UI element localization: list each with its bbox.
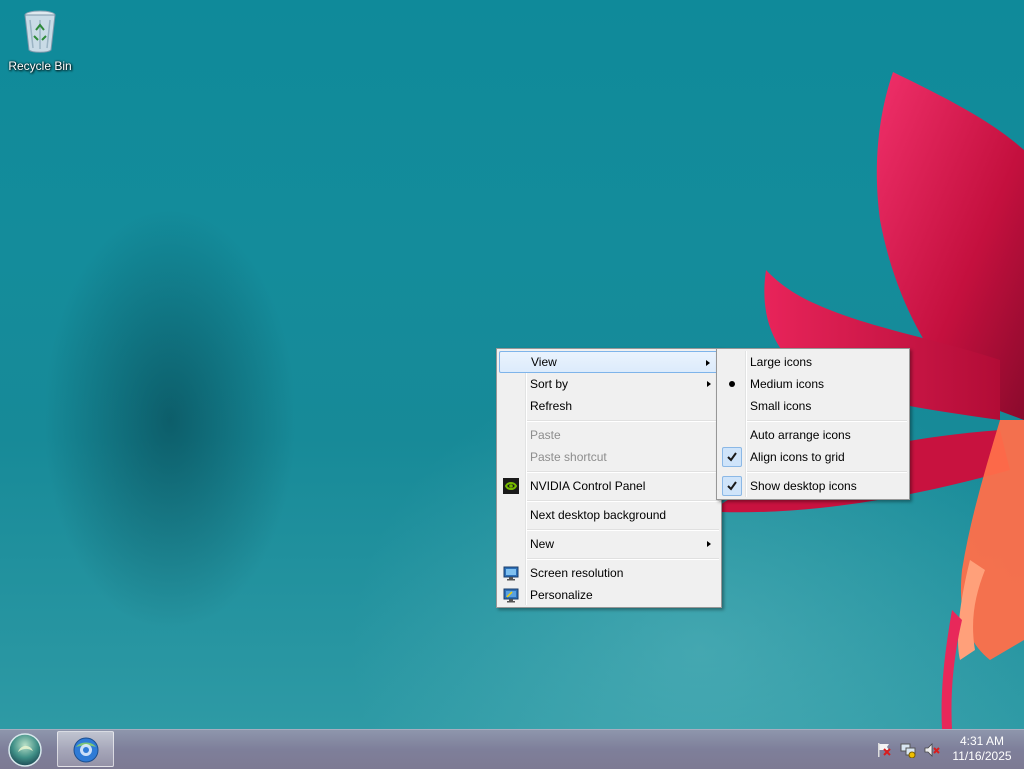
clock-date: 11/16/2025 [952, 749, 1012, 763]
menu-item-sort-by[interactable]: Sort by [499, 373, 719, 395]
system-clock[interactable]: 4:31 AM 11/16/2025 [952, 734, 1012, 764]
clock-time: 4:31 AM [959, 734, 1005, 748]
menu-item-label: Large icons [750, 355, 813, 369]
menu-item-view[interactable]: View [499, 351, 719, 373]
menu-item-label: Auto arrange icons [750, 428, 851, 442]
menu-item-label: View [531, 355, 557, 369]
menu-item-label: Show desktop icons [750, 479, 857, 493]
menu-item-screen-resolution[interactable]: Screen resolution [499, 562, 719, 584]
submenu-arrow-icon [707, 381, 711, 387]
app-globe-icon [73, 737, 99, 763]
menu-item-personalize[interactable]: Personalize [499, 584, 719, 606]
menu-separator [747, 471, 907, 473]
menu-item-label: Medium icons [750, 377, 825, 391]
menu-item-refresh[interactable]: Refresh [499, 395, 719, 417]
menu-item-large-icons[interactable]: Large icons [719, 351, 907, 373]
view-submenu: Large icons Medium icons Small icons Aut… [716, 348, 910, 500]
menu-separator [527, 529, 719, 531]
taskbar-pinned-app[interactable] [57, 731, 114, 767]
submenu-arrow-icon [706, 360, 710, 366]
desktop-icon-label: Recycle Bin [8, 59, 72, 73]
menu-item-label: New [530, 537, 555, 551]
menu-separator [527, 558, 719, 560]
personalize-icon [503, 588, 519, 603]
radio-bullet-icon [729, 381, 735, 387]
menu-item-label: Small icons [750, 399, 812, 413]
menu-item-label: Paste shortcut [530, 450, 607, 464]
menu-item-label: Paste [530, 428, 561, 442]
action-center-flag-icon[interactable] [876, 742, 892, 758]
taskbar: 4:31 AM 11/16/2025 [0, 729, 1024, 769]
menu-item-label: NVIDIA Control Panel [530, 479, 646, 493]
submenu-arrow-icon [707, 541, 711, 547]
menu-separator [527, 420, 719, 422]
screen-resolution-icon [503, 566, 519, 581]
desktop-context-menu: View Sort by Refresh Paste Paste shortcu… [496, 348, 722, 608]
menu-item-label: Next desktop background [530, 508, 667, 522]
menu-item-paste-shortcut[interactable]: Paste shortcut [499, 446, 719, 468]
nvidia-icon [503, 478, 519, 494]
start-button[interactable] [6, 732, 44, 768]
menu-item-auto-arrange-icons[interactable]: Auto arrange icons [719, 424, 907, 446]
menu-item-label: Personalize [530, 588, 593, 602]
menu-item-label: Align icons to grid [750, 450, 845, 464]
menu-item-label: Sort by [530, 377, 569, 391]
menu-item-label: Refresh [530, 399, 573, 413]
checkmark-icon [722, 476, 742, 496]
menu-item-paste[interactable]: Paste [499, 424, 719, 446]
menu-item-next-desktop-background[interactable]: Next desktop background [499, 504, 719, 526]
menu-item-align-icons-to-grid[interactable]: Align icons to grid [719, 446, 907, 468]
menu-separator [527, 471, 719, 473]
menu-item-small-icons[interactable]: Small icons [719, 395, 907, 417]
menu-item-label: Screen resolution [530, 566, 624, 580]
menu-item-new[interactable]: New [499, 533, 719, 555]
checkmark-icon [722, 447, 742, 467]
menu-item-medium-icons[interactable]: Medium icons [719, 373, 907, 395]
menu-item-show-desktop-icons[interactable]: Show desktop icons [719, 475, 907, 497]
desktop-icon-recycle-bin[interactable]: Recycle Bin [4, 6, 76, 73]
menu-separator [527, 500, 719, 502]
volume-muted-icon[interactable] [924, 742, 940, 758]
start-orb-icon [8, 733, 42, 767]
recycle-bin-icon [24, 10, 56, 53]
menu-item-nvidia-control-panel[interactable]: NVIDIA Control Panel [499, 475, 719, 497]
menu-separator [747, 420, 907, 422]
network-icon[interactable] [900, 742, 916, 758]
